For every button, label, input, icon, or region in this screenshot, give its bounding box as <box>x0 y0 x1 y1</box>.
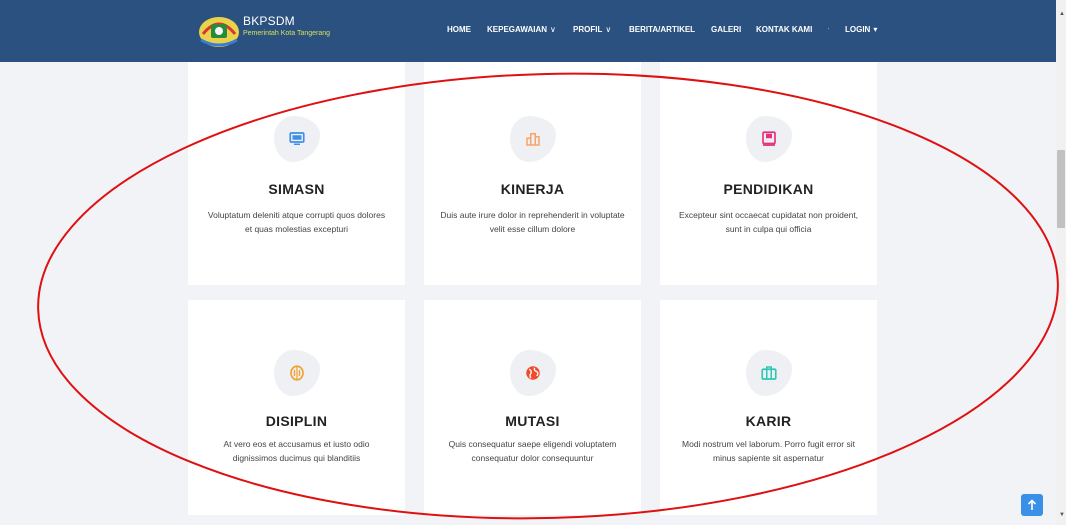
briefcase-icon <box>745 350 792 396</box>
bar-chart-icon <box>509 116 556 162</box>
card-desc-line: Modi nostrum vel laborum. Porro fugit er… <box>682 439 855 449</box>
nav-berita-label: BERITA/ARTIKEL <box>629 25 696 34</box>
card-desc-line: Voluptatum deleniti atque corrupti quos … <box>207 210 386 220</box>
scrollbar-thumb[interactable] <box>1057 150 1065 228</box>
nav-kepegawaian[interactable]: KEPEGAWAIAN ∨ <box>487 25 556 34</box>
nav-berita-artikel[interactable]: BERITA/ARTIKEL <box>629 25 695 34</box>
card-desc-line: minus sapiente sit aspernatur <box>712 453 825 463</box>
card-title: MUTASI <box>505 413 560 429</box>
globe-icon <box>509 350 556 396</box>
card-desc-line: consequatur dolor consequuntur <box>471 453 594 463</box>
nav-kontak-kami[interactable]: KONTAK KAMI <box>756 25 812 34</box>
card-description: Voluptatum deleniti atque corrupti quos … <box>202 208 391 236</box>
card-description: Duis aute irure dolor in reprehenderit i… <box>438 208 627 236</box>
card-desc-line: Duis aute irure dolor in reprehenderit i… <box>440 210 625 220</box>
nav-separator: · <box>827 23 830 33</box>
scroll-up-arrow-icon[interactable]: ▲ <box>1059 11 1065 17</box>
nav-profil-label: PROFIL <box>573 25 603 34</box>
service-card-mutasi[interactable]: MUTASI Quis consequatur saepe eligendi v… <box>424 300 641 515</box>
nav-home-label: HOME <box>447 25 471 34</box>
nav-home[interactable]: HOME <box>447 25 471 34</box>
arrow-up-icon <box>1027 499 1037 510</box>
back-to-top-button[interactable] <box>1021 494 1043 516</box>
card-description: Quis consequatur saepe eligendi voluptat… <box>438 437 627 465</box>
card-desc-line: Excepteur sint occaecat cupidatat non pr… <box>678 210 859 220</box>
card-desc-line: Quis consequatur saepe eligendi voluptat… <box>448 439 617 449</box>
brain-icon <box>273 350 320 396</box>
chevron-down-icon: ∨ <box>550 25 556 34</box>
caret-down-icon: ▾ <box>873 25 878 34</box>
chevron-down-icon: ∨ <box>605 25 612 34</box>
card-title: KINERJA <box>500 181 565 197</box>
card-desc-line: dignissimos ducimus qui blanditiis <box>232 453 361 463</box>
card-title: PENDIDIKAN <box>723 181 814 197</box>
card-desc-line: At vero eos et accusamus et iusto odio <box>223 439 370 449</box>
nav-galeri[interactable]: GALERI <box>711 25 741 34</box>
page-scrollbar[interactable] <box>1056 0 1066 525</box>
nav-profil[interactable]: PROFIL ∨ <box>573 25 611 34</box>
card-title: DISIPLIN <box>265 413 328 429</box>
service-card-kinerja[interactable]: KINERJA Duis aute irure dolor in reprehe… <box>424 62 641 285</box>
nav-login[interactable]: LOGIN ▾ <box>845 25 877 34</box>
nav-login-label: LOGIN <box>845 25 871 34</box>
main-nav: HOME KEPEGAWAIAN ∨ PROFIL ∨ BERITA/ARTIK… <box>0 0 1056 62</box>
service-card-pendidikan[interactable]: PENDIDIKAN Excepteur sint occaecat cupid… <box>660 62 877 285</box>
service-card-disiplin[interactable]: DISIPLIN At vero eos et accusamus et ius… <box>188 300 405 515</box>
site-header: BKPSDM Pemerintah Kota Tangerang HOME KE… <box>0 0 1056 62</box>
card-desc-line: sunt in culpa qui officia <box>725 224 812 234</box>
service-card-simasn[interactable]: SIMASN Voluptatum deleniti atque corrupt… <box>188 62 405 285</box>
nav-galeri-label: GALERI <box>711 25 742 34</box>
card-desc-line: velit esse cillum dolore <box>489 224 576 234</box>
monitor-icon <box>273 116 320 162</box>
card-title: SIMASN <box>268 181 325 197</box>
card-desc-line: et quas molestias excepturi <box>245 224 348 234</box>
nav-kontak-label: KONTAK KAMI <box>756 25 813 34</box>
service-card-karir[interactable]: KARIR Modi nostrum vel laborum. Porro fu… <box>660 300 877 515</box>
card-title: KARIR <box>745 413 792 429</box>
book-icon <box>745 116 792 162</box>
nav-kepegawaian-label: KEPEGAWAIAN <box>487 25 548 34</box>
card-description: At vero eos et accusamus et iusto odio d… <box>202 437 391 465</box>
scroll-down-arrow-icon[interactable]: ▼ <box>1059 512 1065 518</box>
card-description: Modi nostrum vel laborum. Porro fugit er… <box>674 437 863 465</box>
card-description: Excepteur sint occaecat cupidatat non pr… <box>674 208 863 236</box>
